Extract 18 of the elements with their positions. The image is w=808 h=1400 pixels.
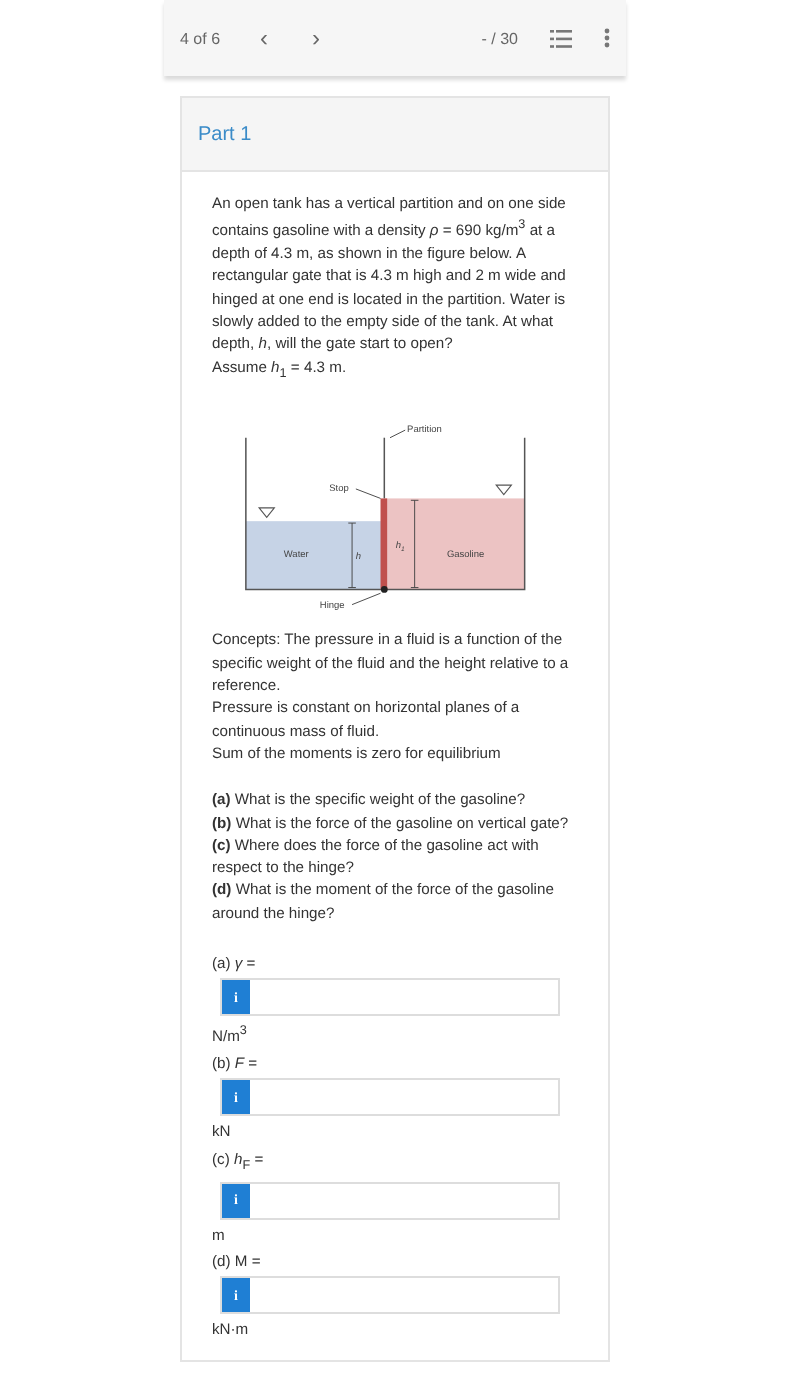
h-dimension (347, 523, 357, 589)
part-title: Part 1 (198, 123, 252, 145)
gate (380, 499, 388, 591)
leader-line (355, 489, 381, 500)
question-position: 4 of 6 (180, 29, 221, 47)
gasoline-level-icon (495, 485, 513, 497)
leader-line (389, 430, 406, 440)
water-level-icon (257, 508, 276, 520)
previous-button[interactable]: ‹ (256, 24, 273, 52)
gasoline (384, 499, 525, 591)
h1-dimension (410, 500, 419, 589)
leader-line (351, 593, 381, 606)
list-icon[interactable] (550, 29, 572, 47)
water (245, 522, 385, 591)
score: - / 30 (481, 29, 518, 47)
next-button[interactable]: › (308, 24, 325, 52)
hinge-pin (380, 586, 388, 594)
more-icon[interactable] (604, 28, 610, 48)
